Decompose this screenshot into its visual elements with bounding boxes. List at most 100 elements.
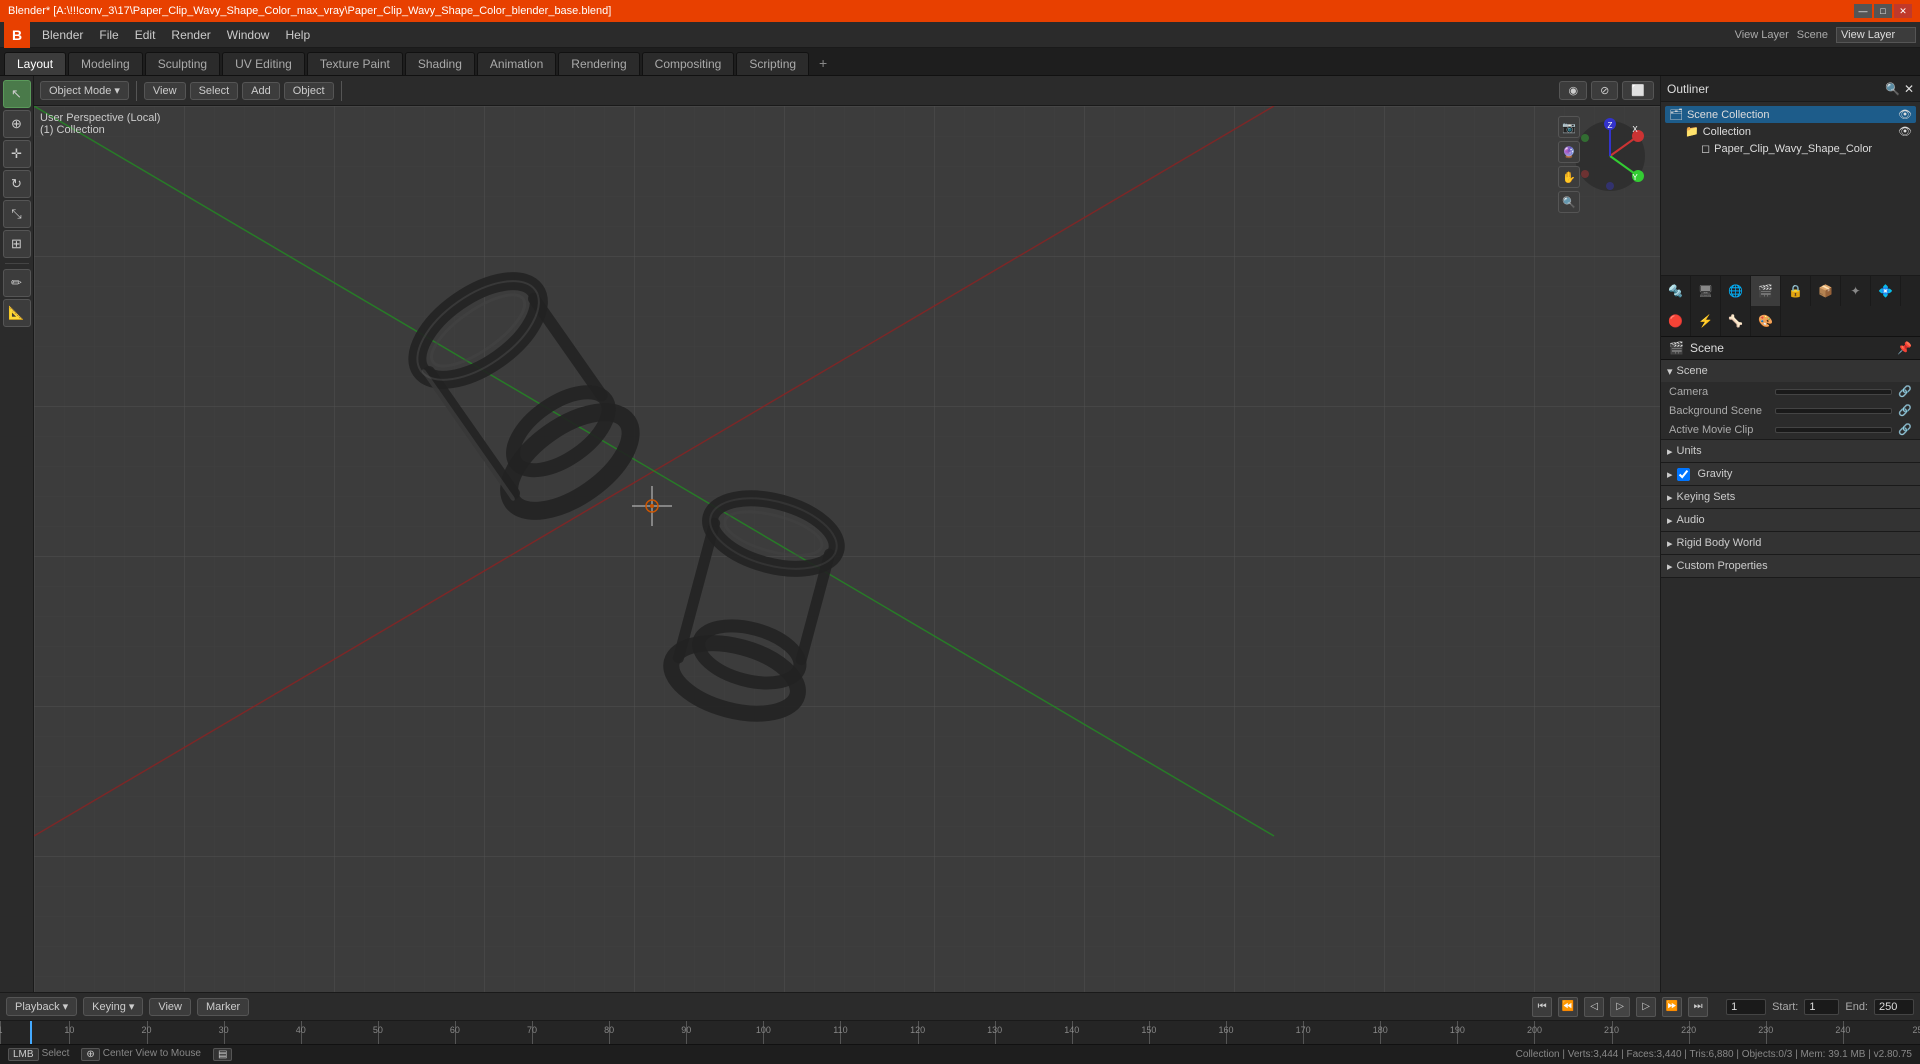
- prop-tab-constraints[interactable]: ⚡: [1691, 306, 1721, 336]
- prop-tab-world[interactable]: 🔒: [1781, 276, 1811, 306]
- workspace-tab-shading[interactable]: Shading: [405, 52, 475, 75]
- outliner-row-2[interactable]: ◻ Paper_Clip_Wavy_Shape_Color: [1665, 140, 1916, 157]
- prop-section-header-0[interactable]: ▾Scene: [1661, 360, 1920, 382]
- current-frame-input[interactable]: [1726, 999, 1766, 1015]
- timeline-ruler[interactable]: 1102030405060708090100110120130140150160…: [0, 1020, 1920, 1044]
- workspace-tabs: LayoutModelingSculptingUV EditingTexture…: [0, 48, 1920, 76]
- prop-tab-physics[interactable]: 🔴: [1661, 306, 1691, 336]
- properties-pin-icon[interactable]: 📌: [1897, 341, 1912, 355]
- navigation-gizmo[interactable]: X Y Z: [1570, 116, 1650, 196]
- jump-end-button[interactable]: ⏭: [1688, 997, 1708, 1017]
- render-preview-icon[interactable]: 🔮: [1558, 141, 1580, 163]
- prop-tab-render[interactable]: 🔩: [1661, 276, 1691, 306]
- workspace-tab-animation[interactable]: Animation: [477, 52, 556, 75]
- ruler-label-210: 210: [1604, 1025, 1619, 1035]
- xray-button[interactable]: ⬜: [1622, 81, 1654, 100]
- object-menu-button[interactable]: Object: [284, 82, 334, 100]
- prop-tab-view-layer[interactable]: 🌐: [1721, 276, 1751, 306]
- prop-tab-scene[interactable]: 🎬: [1751, 276, 1781, 306]
- outliner-row-0[interactable]: 🗂 Scene Collection👁: [1665, 106, 1916, 123]
- prop-tab-data[interactable]: 🦴: [1721, 306, 1751, 336]
- workspace-tab-scripting[interactable]: Scripting: [736, 52, 809, 75]
- jump-start-button[interactable]: ⏮: [1532, 997, 1552, 1017]
- play-button[interactable]: ▷: [1610, 997, 1630, 1017]
- workspace-tab-texture-paint[interactable]: Texture Paint: [307, 52, 403, 75]
- workspace-tab-uv-editing[interactable]: UV Editing: [222, 52, 305, 75]
- scale-tool-button[interactable]: ⤡: [3, 200, 31, 228]
- close-button[interactable]: ✕: [1894, 4, 1912, 18]
- next-keyframe-button[interactable]: ⏩: [1662, 997, 1682, 1017]
- menu-bar: B BlenderFileEditRenderWindowHelp View L…: [0, 22, 1920, 48]
- menu-item-help[interactable]: Help: [277, 26, 318, 44]
- 3d-canvas[interactable]: User Perspective (Local) (1) Collection …: [34, 106, 1660, 992]
- start-frame-input[interactable]: [1804, 999, 1839, 1015]
- menu-item-edit[interactable]: Edit: [127, 26, 164, 44]
- outliner-filter-icon[interactable]: 🔍: [1885, 82, 1900, 96]
- workspace-tab-modeling[interactable]: Modeling: [68, 52, 143, 75]
- prop-section-header-2[interactable]: ▸Gravity: [1661, 463, 1920, 485]
- prop-section-header-3[interactable]: ▸Keying Sets: [1661, 486, 1920, 508]
- prop-tab-modifier[interactable]: ✦: [1841, 276, 1871, 306]
- prop-link-icon-0-1[interactable]: 🔗: [1898, 404, 1912, 417]
- maximize-button[interactable]: □: [1874, 4, 1892, 18]
- viewport-shading-button[interactable]: ◉: [1559, 81, 1587, 100]
- cursor-tool-button[interactable]: ⊕: [3, 110, 31, 138]
- prop-label-0-1: Background Scene: [1669, 405, 1769, 417]
- rotate-tool-button[interactable]: ↻: [3, 170, 31, 198]
- workspace-tab-sculpting[interactable]: Sculpting: [145, 52, 220, 75]
- annotate-tool-button[interactable]: ✏: [3, 269, 31, 297]
- prev-frame-button[interactable]: ◁: [1584, 997, 1604, 1017]
- workspace-tab-compositing[interactable]: Compositing: [642, 52, 735, 75]
- menu-item-window[interactable]: Window: [219, 26, 278, 44]
- prop-value-0-2[interactable]: [1775, 427, 1892, 433]
- prop-link-icon-0-2[interactable]: 🔗: [1898, 423, 1912, 436]
- playback-menu-button[interactable]: Playback ▾: [6, 997, 77, 1016]
- add-menu-button[interactable]: Add: [242, 82, 280, 100]
- timeline-area: Playback ▾ Keying ▾ View Marker ⏮ ⏪ ◁ ▷ …: [0, 992, 1920, 1020]
- minimize-button[interactable]: —: [1854, 4, 1872, 18]
- outliner-visibility-icon-1[interactable]: 👁: [1898, 125, 1912, 138]
- transform-tool-button[interactable]: ⊞: [3, 230, 31, 258]
- prop-section-header-1[interactable]: ▸Units: [1661, 440, 1920, 462]
- menu-item-blender[interactable]: Blender: [34, 26, 91, 44]
- menu-item-render[interactable]: Render: [163, 26, 218, 44]
- outliner-row-1[interactable]: 📁 Collection👁: [1665, 123, 1916, 140]
- view-layer-input[interactable]: [1836, 27, 1916, 43]
- prop-tab-output[interactable]: 🖥: [1691, 276, 1721, 306]
- prop-section-checkbox-2[interactable]: [1677, 468, 1690, 481]
- menu-item-file[interactable]: File: [91, 26, 126, 44]
- prop-value-0-0[interactable]: [1775, 389, 1892, 395]
- camera-view-icon[interactable]: 📷: [1558, 116, 1580, 138]
- end-frame-input[interactable]: [1874, 999, 1914, 1015]
- prop-link-icon-0-0[interactable]: 🔗: [1898, 385, 1912, 398]
- view-menu-button[interactable]: View: [144, 82, 186, 100]
- move-tool-button[interactable]: ✛: [3, 140, 31, 168]
- outliner-visibility-icon-0[interactable]: 👁: [1898, 108, 1912, 121]
- hand-icon[interactable]: ✋: [1558, 166, 1580, 188]
- select-tool-button[interactable]: ↖: [3, 80, 31, 108]
- prop-tab-object[interactable]: 📦: [1811, 276, 1841, 306]
- marker-menu-button[interactable]: Marker: [197, 998, 249, 1016]
- ruler-label-90: 90: [681, 1025, 691, 1035]
- workspace-tab-layout[interactable]: Layout: [4, 52, 66, 75]
- next-frame-button[interactable]: ▷: [1636, 997, 1656, 1017]
- zoom-icon[interactable]: 🔍: [1558, 191, 1580, 213]
- object-mode-button[interactable]: Object Mode ▾: [40, 81, 129, 100]
- overlay-button[interactable]: ⊘: [1591, 81, 1618, 100]
- prop-section-header-5[interactable]: ▸Rigid Body World: [1661, 532, 1920, 554]
- prop-section-header-6[interactable]: ▸Custom Properties: [1661, 555, 1920, 577]
- add-workspace-tab-button[interactable]: +: [811, 51, 835, 75]
- prop-section-header-4[interactable]: ▸Audio: [1661, 509, 1920, 531]
- view-menu-button-tl[interactable]: View: [149, 998, 191, 1016]
- outliner: Outliner 🔍 ✕ 🗂 Scene Collection👁📁 Collec…: [1661, 76, 1920, 276]
- prop-tab-material[interactable]: 🎨: [1751, 306, 1781, 336]
- outliner-close-icon[interactable]: ✕: [1904, 82, 1914, 96]
- measure-tool-button[interactable]: 📐: [3, 299, 31, 327]
- prev-keyframe-button[interactable]: ⏪: [1558, 997, 1578, 1017]
- prop-value-0-1[interactable]: [1775, 408, 1892, 414]
- keying-menu-button[interactable]: Keying ▾: [83, 997, 143, 1016]
- prop-tab-particles[interactable]: 💠: [1871, 276, 1901, 306]
- select-menu-button[interactable]: Select: [190, 82, 239, 100]
- workspace-tab-rendering[interactable]: Rendering: [558, 52, 639, 75]
- outliner-row-label-2: Paper_Clip_Wavy_Shape_Color: [1714, 143, 1872, 155]
